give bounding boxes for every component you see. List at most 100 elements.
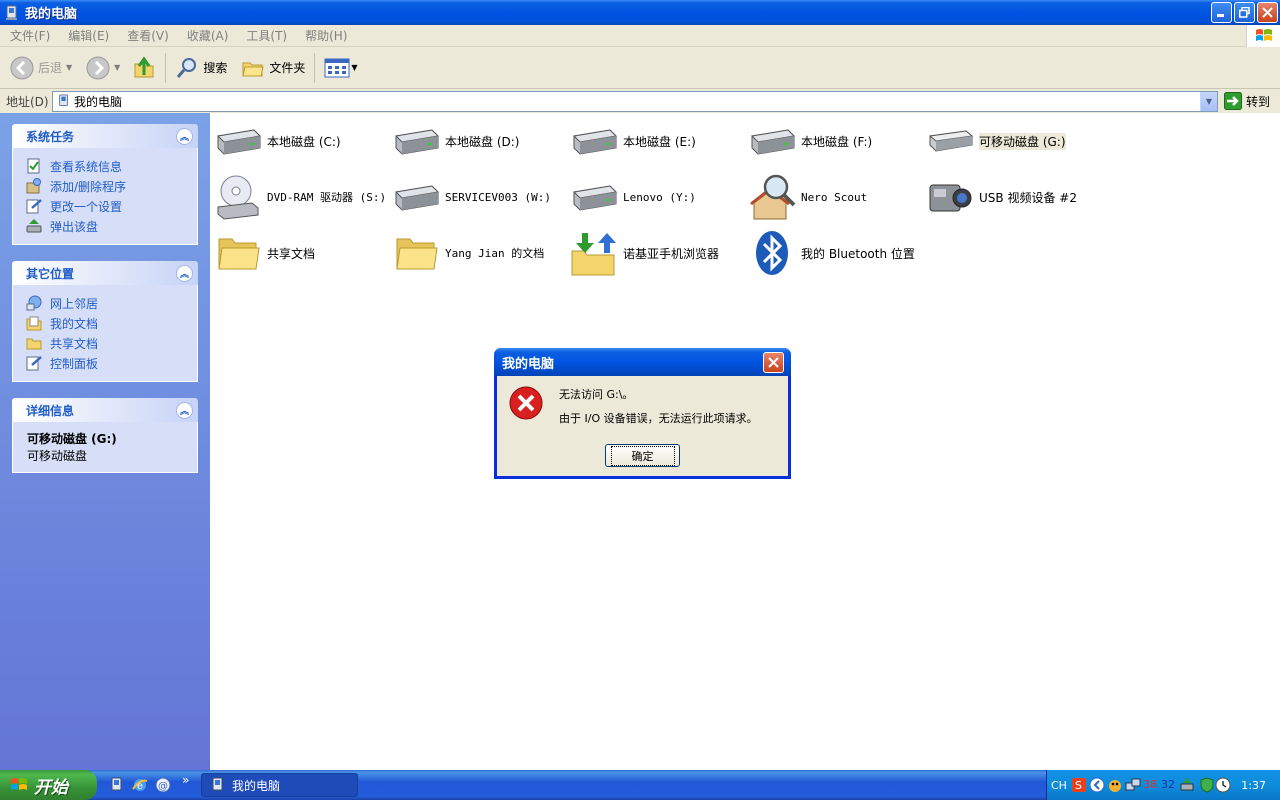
address-dropdown-button[interactable]: ▼ — [1200, 91, 1217, 111]
my-computer-icon — [6, 5, 17, 20]
place-network[interactable]: 网上邻居 — [26, 293, 197, 313]
back-dropdown-icon[interactable]: ▼ — [66, 63, 72, 72]
drive-g[interactable]: 可移动磁盘 (G:) — [926, 115, 1104, 167]
folders-icon — [242, 62, 264, 76]
system-info-icon — [27, 158, 40, 174]
ok-button[interactable]: 确定 — [605, 444, 680, 467]
menu-favorites[interactable]: 收藏(A) — [177, 27, 237, 44]
details-item-type: 可移动磁盘 — [27, 449, 88, 463]
toolbar-separator — [314, 52, 316, 83]
shared-documents[interactable]: 共享文档 — [214, 227, 392, 279]
menu-edit[interactable]: 编辑(E) — [58, 27, 117, 44]
hard-drive-icon — [750, 129, 796, 155]
svg-text:@: @ — [158, 781, 168, 792]
go-button[interactable]: 转到 — [1224, 92, 1270, 110]
menu-view[interactable]: 查看(V) — [117, 27, 177, 44]
browser-quicklaunch-icon[interactable]: @ — [155, 777, 171, 793]
collapse-icon[interactable]: ︽ — [176, 264, 193, 282]
security-shield-icon[interactable] — [1199, 777, 1215, 793]
internet-explorer-icon[interactable]: e — [132, 777, 148, 793]
start-button[interactable]: 开始 — [0, 770, 97, 800]
nero-scout[interactable]: Nero Scout — [748, 171, 926, 223]
menu-file[interactable]: 文件(F) — [0, 27, 58, 44]
folders-button[interactable]: 文件夹 — [237, 51, 309, 85]
clock-icon[interactable] — [1215, 777, 1231, 793]
tray-counter-red[interactable]: 38 — [1143, 778, 1157, 794]
my-computer-quicklaunch-icon[interactable] — [109, 777, 125, 793]
ok-label: 确定 — [610, 445, 675, 466]
address-input[interactable]: 我的电脑 ▼ — [52, 90, 1218, 112]
minimize-button[interactable] — [1211, 2, 1232, 23]
user-documents[interactable]: Yang Jian 的文档 — [392, 227, 570, 279]
drive-y[interactable]: Lenovo (Y:) — [570, 171, 748, 223]
forward-button[interactable]: ▼ — [82, 51, 124, 85]
collapse-icon[interactable]: ︽ — [176, 127, 193, 145]
drive-d[interactable]: 本地磁盘 (D:) — [392, 115, 570, 167]
tray-clock[interactable]: 1:37 — [1241, 779, 1266, 792]
other-places-header[interactable]: 其它位置 ︽ — [12, 261, 198, 285]
place-shared-documents[interactable]: 共享文档 — [26, 333, 197, 353]
drive-f[interactable]: 本地磁盘 (F:) — [748, 115, 926, 167]
folders-label: 文件夹 — [269, 61, 306, 75]
expand-tray-icon[interactable] — [1089, 777, 1105, 793]
task-eject-disk[interactable]: 弹出该盘 — [26, 216, 197, 236]
task-link-label: 添加/删除程序 — [50, 179, 127, 194]
item-label: DVD-RAM 驱动器 (S:) — [267, 191, 387, 204]
details-header[interactable]: 详细信息 ︽ — [12, 398, 198, 422]
toolbar-separator — [165, 52, 167, 83]
forward-dropdown-icon[interactable]: ▼ — [114, 63, 120, 72]
usb-video-device[interactable]: USB 视频设备 #2 — [926, 171, 1104, 223]
restore-button[interactable] — [1234, 2, 1255, 23]
menu-help[interactable]: 帮助(H) — [295, 27, 355, 44]
item-label: 本地磁盘 (E:) — [623, 134, 696, 149]
error-icon — [509, 386, 543, 420]
drive-s[interactable]: DVD-RAM 驱动器 (S:) — [214, 171, 392, 223]
place-control-panel[interactable]: 控制面板 — [26, 353, 197, 373]
back-button[interactable]: 后退 ▼ — [6, 51, 76, 85]
search-button[interactable]: 搜索 — [171, 51, 231, 85]
my-bluetooth-places[interactable]: 我的 Bluetooth 位置 — [748, 227, 926, 279]
menu-tools[interactable]: 工具(T) — [236, 27, 295, 44]
item-label: 可移动磁盘 (G:) — [979, 132, 1066, 150]
minimize-icon — [1217, 14, 1224, 17]
go-arrow-icon — [1224, 92, 1242, 110]
quicklaunch-more-icon[interactable]: » — [182, 773, 189, 787]
taskbar-window-my-computer[interactable]: 我的电脑 — [201, 773, 358, 797]
safely-remove-hardware-icon[interactable] — [1179, 777, 1195, 793]
network-monitor-icon[interactable] — [1125, 777, 1141, 793]
drive-w[interactable]: SERVICEV003 (W:) — [392, 171, 570, 223]
views-button[interactable]: ▼ — [320, 51, 361, 85]
tray-counter-blue[interactable]: 32 — [1161, 778, 1175, 794]
nokia-phone-browser[interactable]: 诺基亚手机浏览器 — [570, 227, 748, 279]
address-bar: 地址(D) 我的电脑 ▼ 转到 — [0, 89, 1280, 113]
drive-c[interactable]: 本地磁盘 (C:) — [214, 115, 392, 167]
forward-arrow-icon — [86, 56, 110, 79]
up-folder-icon — [134, 55, 154, 77]
views-dropdown-icon: ▼ — [351, 63, 358, 72]
restore-icon — [1239, 7, 1250, 18]
task-change-setting[interactable]: 更改一个设置 — [26, 196, 197, 216]
dialog-close-button[interactable] — [763, 352, 784, 373]
bluetooth-icon — [756, 231, 788, 275]
sogou-input-icon[interactable]: S — [1071, 777, 1087, 793]
task-add-remove-programs[interactable]: 添加/删除程序 — [26, 176, 197, 196]
details-title: 详细信息 — [26, 403, 75, 418]
language-indicator[interactable]: CH — [1051, 779, 1067, 792]
drive-e[interactable]: 本地磁盘 (E:) — [570, 115, 748, 167]
back-arrow-icon — [10, 56, 34, 79]
hard-drive-icon — [572, 185, 618, 211]
system-tasks-header[interactable]: 系统任务 ︽ — [12, 124, 198, 148]
place-my-documents[interactable]: 我的文档 — [26, 313, 197, 333]
search-label: 搜索 — [203, 61, 228, 75]
task-link-label: 更改一个设置 — [50, 199, 123, 214]
dialog-title-bar[interactable]: 我的电脑 — [494, 348, 791, 376]
camera-icon — [929, 184, 972, 212]
network-places-icon — [26, 295, 42, 311]
collapse-icon[interactable]: ︽ — [176, 401, 193, 419]
toolbar: 后退 ▼ ▼ 搜索 文件夹 ▼ — [0, 47, 1280, 89]
up-folder-button[interactable] — [128, 51, 160, 85]
task-view-system-info[interactable]: 查看系统信息 — [26, 156, 197, 176]
close-button[interactable] — [1257, 2, 1278, 23]
error-dialog: 我的电脑 无法访问 G:\。 由于 I/O 设备错误，无法运行此项请求。 确定 — [494, 348, 791, 479]
qq-icon[interactable] — [1107, 777, 1123, 793]
